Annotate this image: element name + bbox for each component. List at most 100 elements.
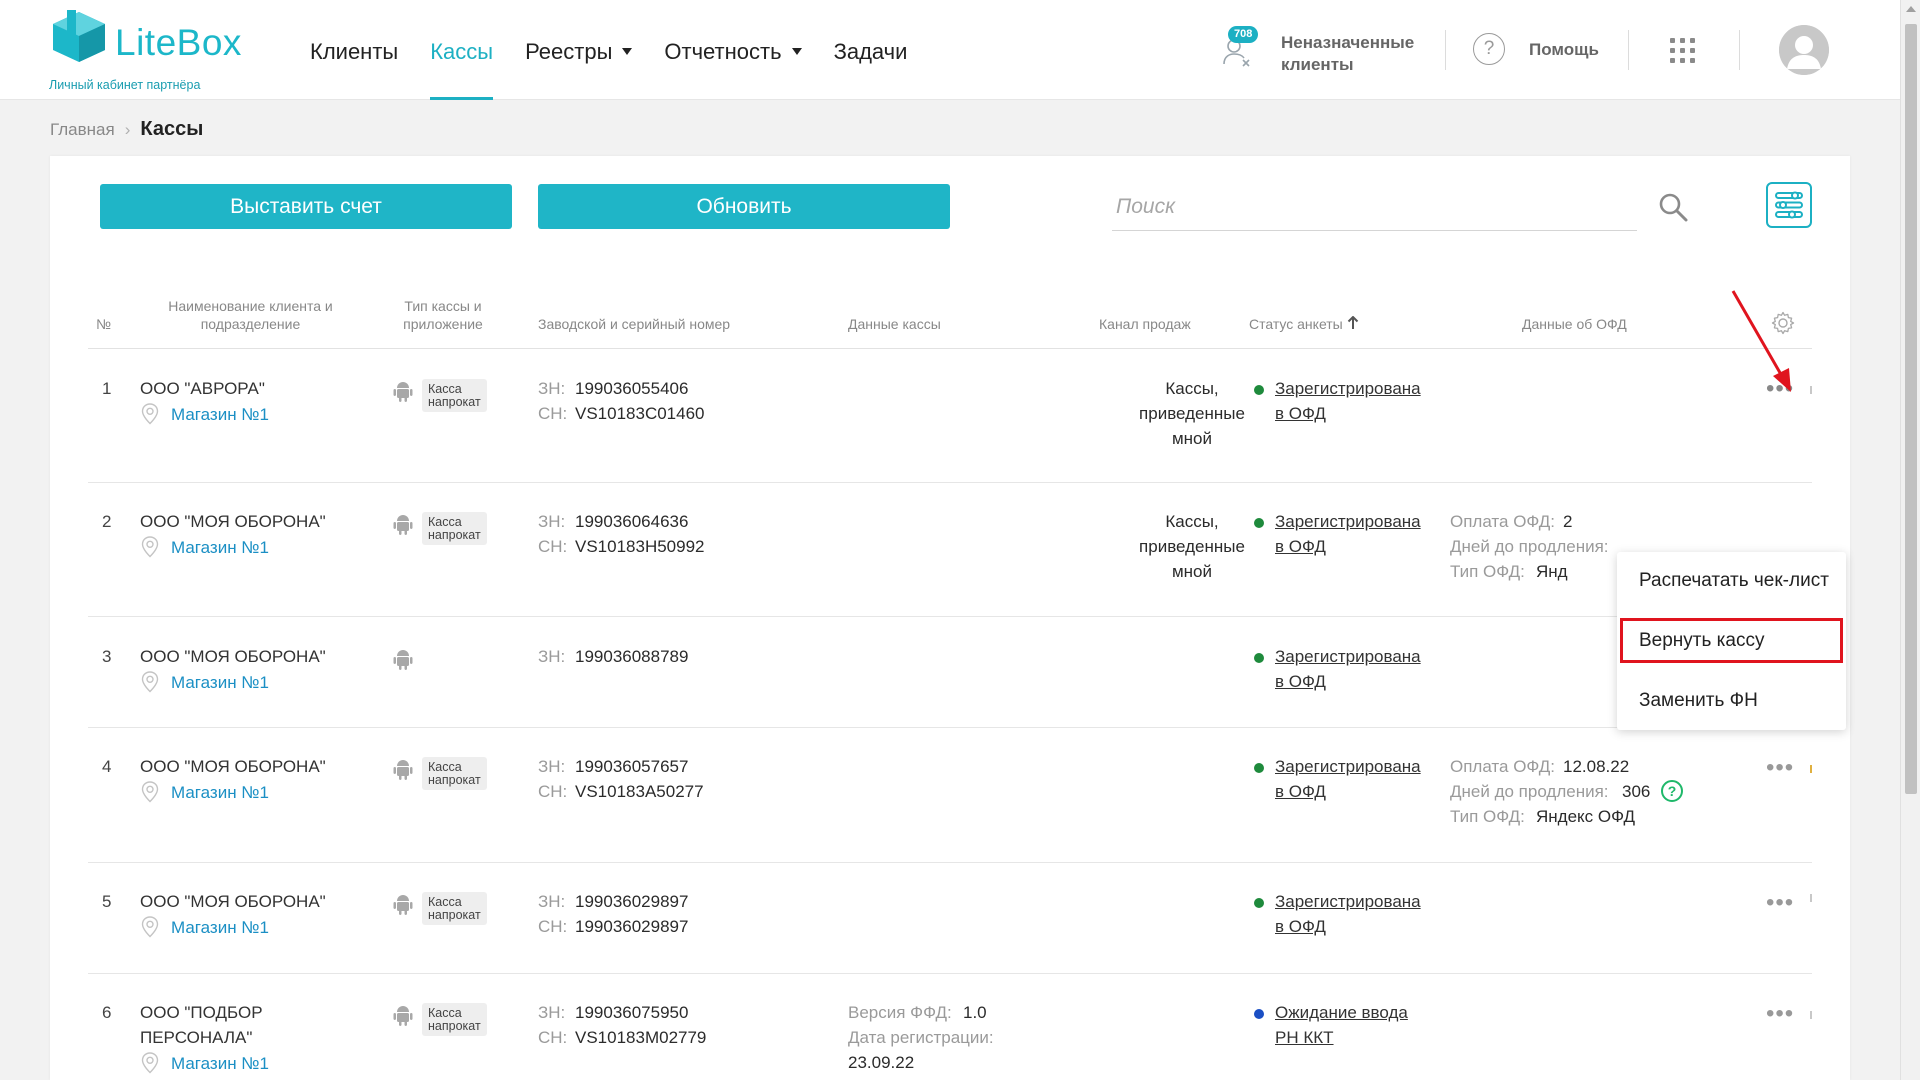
row-actions-menu: Распечатать чек-лист Вернуть кассу Замен… <box>1617 552 1846 730</box>
header-client[interactable]: Наименование клиента и подразделение <box>158 297 343 333</box>
header-type-line2: приложение <box>403 316 483 332</box>
status-link[interactable]: Зарегистрирована в ОФД <box>1275 644 1421 694</box>
store-link[interactable]: Магазин №1 <box>171 1051 269 1076</box>
caret-down-icon <box>791 47 802 55</box>
nav-clients[interactable]: Клиенты <box>310 0 398 100</box>
sort-up-arrow-icon <box>1347 315 1358 329</box>
menu-return-kassa[interactable]: Вернуть кассу <box>1639 630 1764 652</box>
status-dot <box>1254 898 1264 908</box>
sn-value: VS10183H50992 <box>575 537 705 556</box>
channel-line3: мной <box>1171 562 1213 581</box>
nav-kassy[interactable]: Кассы <box>430 0 493 100</box>
status-link[interactable]: Зарегистрирована в ОФД <box>1275 754 1421 804</box>
table-row[interactable]: 3 ООО "МОЯ ОБОРОНА" Магазин №1 ЗН: 19903… <box>88 618 1812 728</box>
android-icon <box>393 895 413 915</box>
kassy-card: Выставить счет Обновить № Наименование к… <box>50 156 1850 1080</box>
sn-label: СН: <box>538 404 568 423</box>
nav-registries[interactable]: Реестры <box>525 0 633 100</box>
unassigned-label-line2: клиенты <box>1281 55 1354 74</box>
row-number: 1 <box>102 379 112 398</box>
search-input[interactable] <box>1112 183 1637 231</box>
zn-label: ЗН: <box>538 757 566 776</box>
help-circle-icon: ? <box>1473 33 1505 65</box>
unassigned-clients[interactable]: 708 Неназначенные клиенты <box>1216 26 1436 76</box>
header-type[interactable]: Тип кассы и приложение <box>398 297 488 333</box>
avatar[interactable] <box>1779 25 1829 75</box>
status-link[interactable]: Зарегистрирована в ОФД <box>1275 376 1421 426</box>
kassa-rent-tag: Касса напрокат <box>422 379 487 412</box>
location-pin-icon <box>141 403 159 425</box>
client-name-line2: ПЕРСОНАЛА" <box>140 1028 253 1047</box>
unassigned-label-line1: Неназначенные <box>1281 33 1415 52</box>
client-name: ООО "МОЯ ОБОРОНА" <box>140 647 326 666</box>
kassa-tag-line2: напрокат <box>428 1018 481 1033</box>
table-row[interactable]: 2 ООО "МОЯ ОБОРОНА" Магазин №1 Касса напр… <box>88 484 1812 617</box>
sliders-icon <box>1775 191 1803 219</box>
row-number: 5 <box>102 892 112 911</box>
status-link[interactable]: Ожидание ввода РН ККТ <box>1275 1000 1408 1050</box>
header-channel[interactable]: Канал продаж <box>1099 315 1191 333</box>
header-kassa-data[interactable]: Данные кассы <box>848 315 941 333</box>
store-link[interactable]: Магазин №1 <box>171 915 269 940</box>
client-name: ООО "МОЯ ОБОРОНА" <box>140 757 326 776</box>
status-line1: Зарегистрирована <box>1275 512 1421 531</box>
header-status-label: Статус анкеты <box>1249 316 1343 332</box>
kassa-tag-line2: напрокат <box>428 772 481 787</box>
page-scrollbar[interactable] <box>1900 0 1920 1080</box>
nav-reports[interactable]: Отчетность <box>664 0 802 100</box>
scrollbar-thumb[interactable] <box>1905 24 1917 794</box>
ofd-help-icon[interactable]: ? <box>1661 780 1683 802</box>
table-row[interactable]: 6 ООО "ПОДБОР ПЕРСОНАЛА" Магазин №1 Касса… <box>88 975 1812 1080</box>
store-link[interactable]: Магазин №1 <box>171 402 269 427</box>
zn-label: ЗН: <box>538 1003 566 1022</box>
refresh-button[interactable]: Обновить <box>538 184 950 229</box>
nav-tasks[interactable]: Задачи <box>834 0 908 100</box>
menu-replace-fn[interactable]: Заменить ФН <box>1639 690 1758 712</box>
row-actions-button[interactable]: ••• <box>1766 891 1794 915</box>
store-link[interactable]: Магазин №1 <box>171 535 269 560</box>
ofd-days-value: 306 <box>1622 782 1651 801</box>
client-name: ООО "МОЯ ОБОРОНА" <box>140 892 326 911</box>
zn-value: 199036088789 <box>575 647 689 666</box>
ofd-pay-value: 2 <box>1563 512 1573 531</box>
row-actions-button[interactable]: ••• <box>1766 756 1794 780</box>
kassa-rent-tag: Касса напрокат <box>422 892 487 925</box>
kassa-rent-tag: Касса напрокат <box>422 512 487 545</box>
table-row[interactable]: 1 ООО "АВРОРА" Магазин №1 Касса напрокат … <box>88 350 1812 483</box>
header-status[interactable]: Статус анкеты <box>1249 315 1359 333</box>
status-dot <box>1254 518 1264 528</box>
status-link[interactable]: Зарегистрирована в ОФД <box>1275 509 1421 559</box>
litebox-logo[interactable]: LiteBox Личный кабинет партнёра <box>49 10 249 95</box>
scroll-up-arrow-icon[interactable] <box>1906 6 1916 12</box>
store-link[interactable]: Магазин №1 <box>171 780 269 805</box>
header-serial[interactable]: Заводской и серийный номер <box>538 315 730 333</box>
user-avatar-icon <box>1779 25 1829 75</box>
invoice-button[interactable]: Выставить счет <box>100 184 512 229</box>
breadcrumb-home[interactable]: Главная <box>50 120 115 139</box>
table-row[interactable]: 5 ООО "МОЯ ОБОРОНА" Магазин №1 Касса напр… <box>88 864 1812 974</box>
menu-print-checklist[interactable]: Распечатать чек-лист <box>1639 570 1829 592</box>
store-link[interactable]: Магазин №1 <box>171 670 269 695</box>
breadcrumb-separator: › <box>124 120 131 139</box>
header-ofd[interactable]: Данные об ОФД <box>1522 315 1627 333</box>
row-number: 6 <box>102 1003 112 1022</box>
filter-settings-button[interactable] <box>1766 182 1812 228</box>
sn-value: VS10183M02779 <box>575 1028 707 1047</box>
apps-grid-icon[interactable] <box>1670 38 1696 64</box>
location-pin-icon <box>141 916 159 938</box>
channel-line1: Кассы, <box>1165 512 1219 531</box>
search-icon[interactable] <box>1657 191 1689 223</box>
search-box <box>1112 183 1697 231</box>
status-line1: Зарегистрирована <box>1275 757 1421 776</box>
kassa-rent-tag: Касса напрокат <box>422 757 487 790</box>
logo-subtitle: Личный кабинет партнёра <box>49 78 201 92</box>
status-link[interactable]: Зарегистрирована в ОФД <box>1275 889 1421 939</box>
header-divider <box>1739 30 1740 70</box>
client-name-line1: ООО "ПОДБОР <box>140 1003 263 1022</box>
sn-value: VS10183C01460 <box>575 404 705 423</box>
row-actions-button[interactable]: ••• <box>1766 1002 1794 1026</box>
android-icon <box>393 760 413 780</box>
android-icon <box>393 1006 413 1026</box>
table-row[interactable]: 4 ООО "МОЯ ОБОРОНА" Магазин №1 Касса напр… <box>88 729 1812 863</box>
sn-value: 199036029897 <box>575 917 689 936</box>
